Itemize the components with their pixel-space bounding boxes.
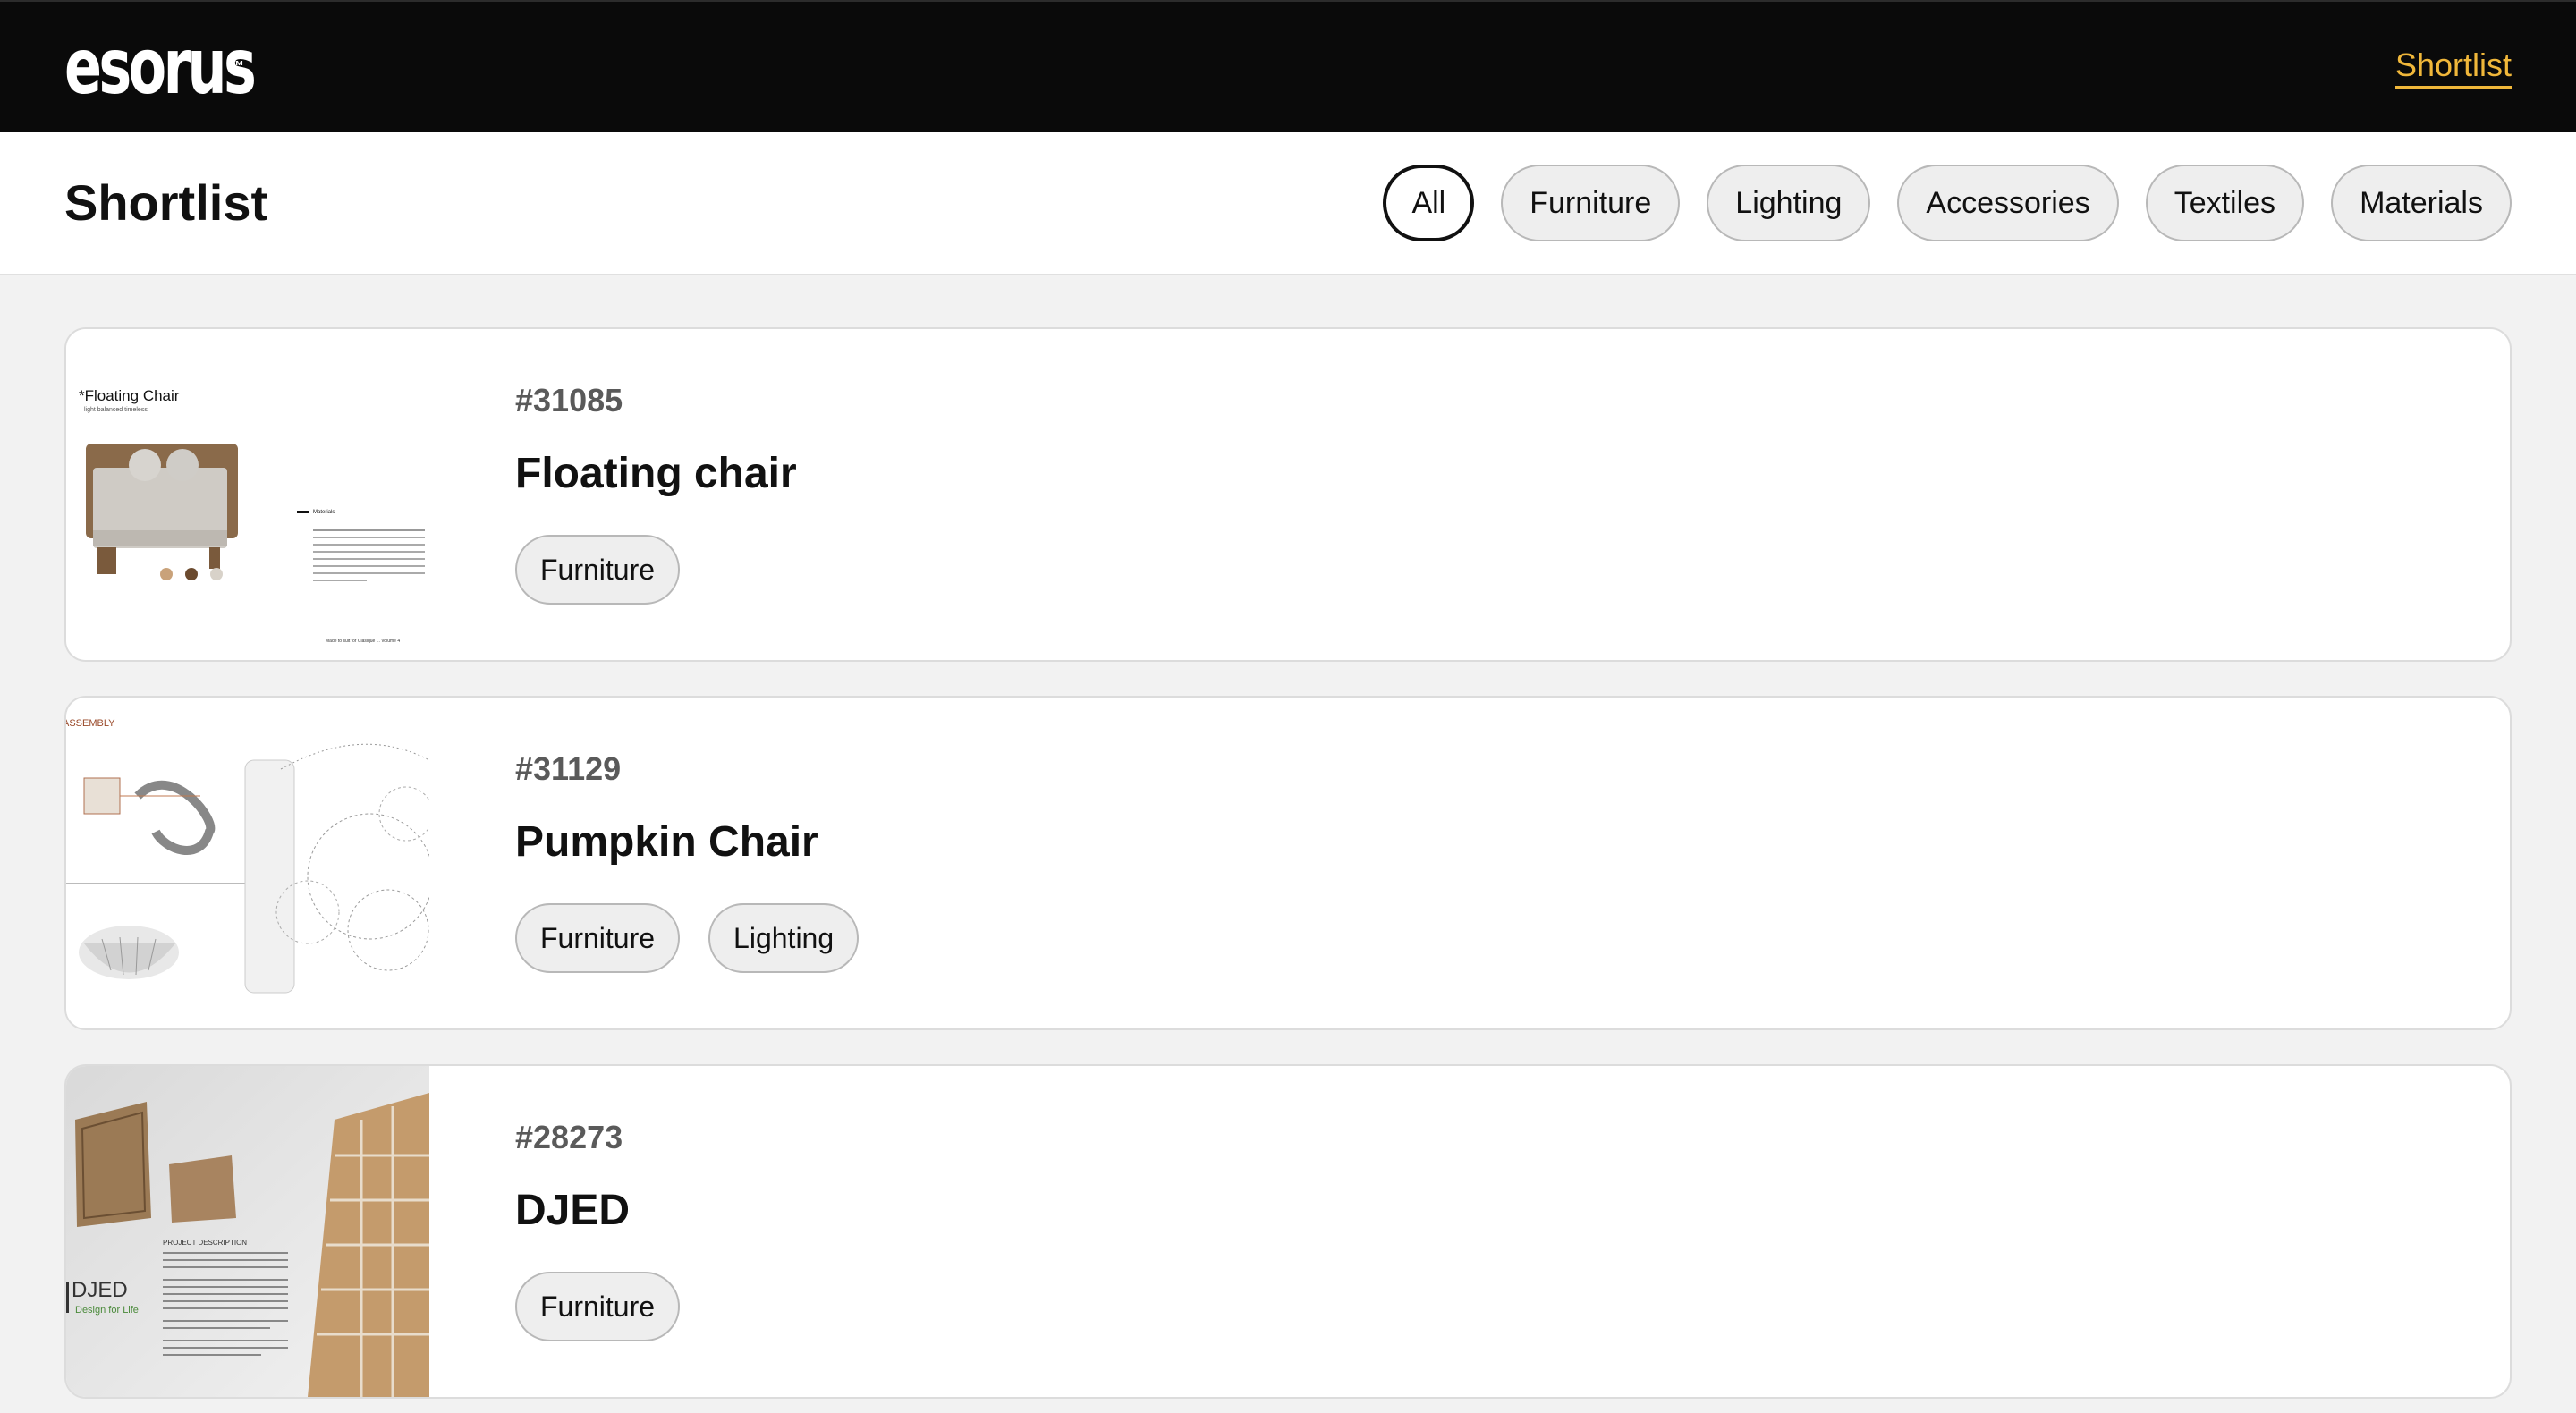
thumb-brand: DJED (72, 1278, 128, 1302)
page-header: Shortlist All Furniture Lighting Accesso… (0, 132, 2576, 275)
top-bar: esorus ™ Shortlist (0, 0, 2576, 132)
product-thumbnail[interactable]: ASSEMBLY (66, 698, 429, 1028)
product-id: #31085 (515, 382, 623, 419)
product-id: #28273 (515, 1119, 623, 1155)
filter-furniture[interactable]: Furniture (1501, 165, 1681, 241)
filter-textiles[interactable]: Textiles (2145, 165, 2305, 241)
trademark-symbol: ™ (230, 59, 244, 74)
product-title[interactable]: Pumpkin Chair (515, 816, 818, 869)
thumb-tagline: Design for Life (75, 1305, 139, 1316)
product-title[interactable]: DJED (515, 1184, 630, 1238)
filter-materials[interactable]: Materials (2331, 165, 2512, 241)
thumb-subheading: light balanced timeless (84, 407, 148, 413)
nav-shortlist-link[interactable]: Shortlist (2394, 47, 2512, 89)
floating-chair-board-image: *Floating Chair light balanced timeless … (66, 329, 429, 660)
tag-lighting[interactable]: Lighting (708, 903, 860, 973)
filter-accessories[interactable]: Accessories (1897, 165, 2119, 241)
esorus-logo[interactable]: esorus ™ (64, 29, 326, 109)
tag-furniture[interactable]: Furniture (515, 535, 681, 605)
pumpkin-chair-assembly-image: ASSEMBLY (66, 698, 429, 1028)
product-thumbnail[interactable]: *Floating Chair light balanced timeless … (66, 329, 429, 660)
logo-wordmark: esorus (64, 22, 257, 112)
tag-furniture[interactable]: Furniture (515, 903, 681, 973)
category-filters: All Furniture Lighting Accessories Texti… (1383, 165, 2512, 241)
page-title: Shortlist (64, 174, 268, 231)
tag-furniture[interactable]: Furniture (515, 1272, 681, 1341)
thumb-heading: ASSEMBLY (66, 718, 115, 729)
product-card[interactable]: *Floating Chair light balanced timeless … (64, 327, 2512, 662)
product-card[interactable]: ASSEMBLY #31129 Pumpkin Chair Furniture … (64, 696, 2512, 1030)
product-title[interactable]: Floating chair (515, 447, 797, 501)
product-tags: Furniture (515, 535, 681, 605)
product-tags: Furniture Lighting (515, 903, 860, 973)
product-thumbnail[interactable]: PROJECT DESCRIPTION : DJED Design for Li… (66, 1066, 429, 1397)
product-tags: Furniture (515, 1272, 681, 1341)
filter-lighting[interactable]: Lighting (1707, 165, 1871, 241)
thumb-heading: *Floating Chair (79, 387, 180, 404)
djed-board-image: PROJECT DESCRIPTION : DJED Design for Li… (66, 1066, 429, 1397)
thumb-section-label: Materials (313, 510, 335, 515)
filter-all[interactable]: All (1383, 165, 1475, 241)
thumb-footer: Made to suit for Clasique ... Volume 4 (326, 639, 400, 644)
product-id: #31129 (515, 750, 622, 787)
thumb-section-label: PROJECT DESCRIPTION : (163, 1239, 251, 1247)
product-card[interactable]: PROJECT DESCRIPTION : DJED Design for Li… (64, 1064, 2512, 1399)
